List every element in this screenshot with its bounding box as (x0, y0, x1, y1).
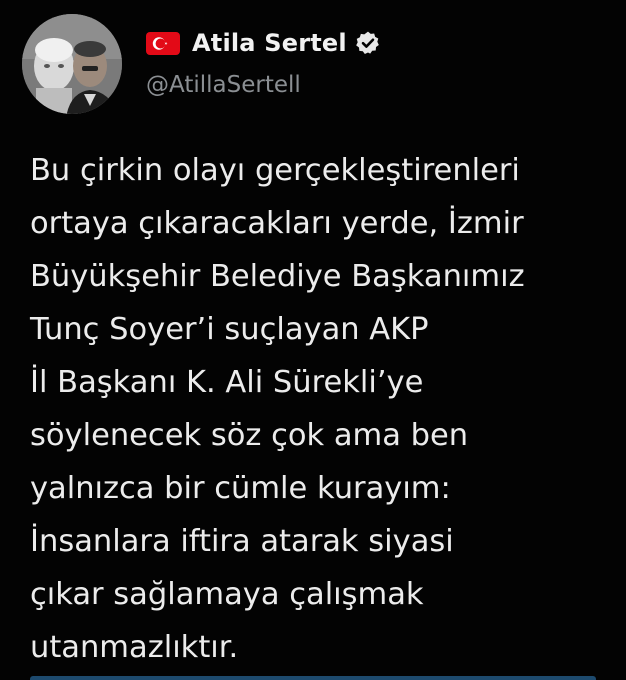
tweet-text-line: çıkar sağlamaya çalışmak (30, 577, 424, 612)
tweet-text-line: İnsanlara iftira atarak siyasi (30, 524, 454, 559)
avatar[interactable] (22, 14, 122, 114)
tweet-text-line: utanmazlıktır. (30, 630, 239, 665)
tweet-text-line: söylenecek söz çok ama ben (30, 418, 469, 453)
tweet-header: Atila Sertel @AtillaSertell (146, 24, 616, 98)
tweet-text-line: Büyükşehir Belediye Başkanımız (30, 259, 525, 294)
tweet-text-line: yalnızca bir cümle kurayım: (30, 471, 451, 506)
bottom-edge (30, 676, 596, 680)
tweet-text-line: Bu çirkin olayı gerçekleştirenleri (30, 153, 520, 188)
tweet-text-line: Tunç Soyer’i suçlayan AKP (30, 312, 429, 347)
tweet-card: Atila Sertel @AtillaSertell Bu çirkin ol… (0, 0, 626, 680)
display-name[interactable]: Atila Sertel (192, 29, 347, 57)
turkey-flag-icon (146, 31, 180, 55)
name-row: Atila Sertel (146, 24, 616, 62)
verified-badge-icon (355, 30, 381, 56)
tweet-text: Bu çirkin olayı gerçekleştirenleri ortay… (30, 144, 620, 674)
tweet-text-line: ortaya çıkaracakları yerde, İzmir (30, 206, 524, 241)
tweet-text-line: İl Başkanı K. Ali Sürekli’ye (30, 365, 424, 400)
avatar-photo (22, 14, 122, 114)
user-handle[interactable]: @AtillaSertell (146, 72, 616, 98)
